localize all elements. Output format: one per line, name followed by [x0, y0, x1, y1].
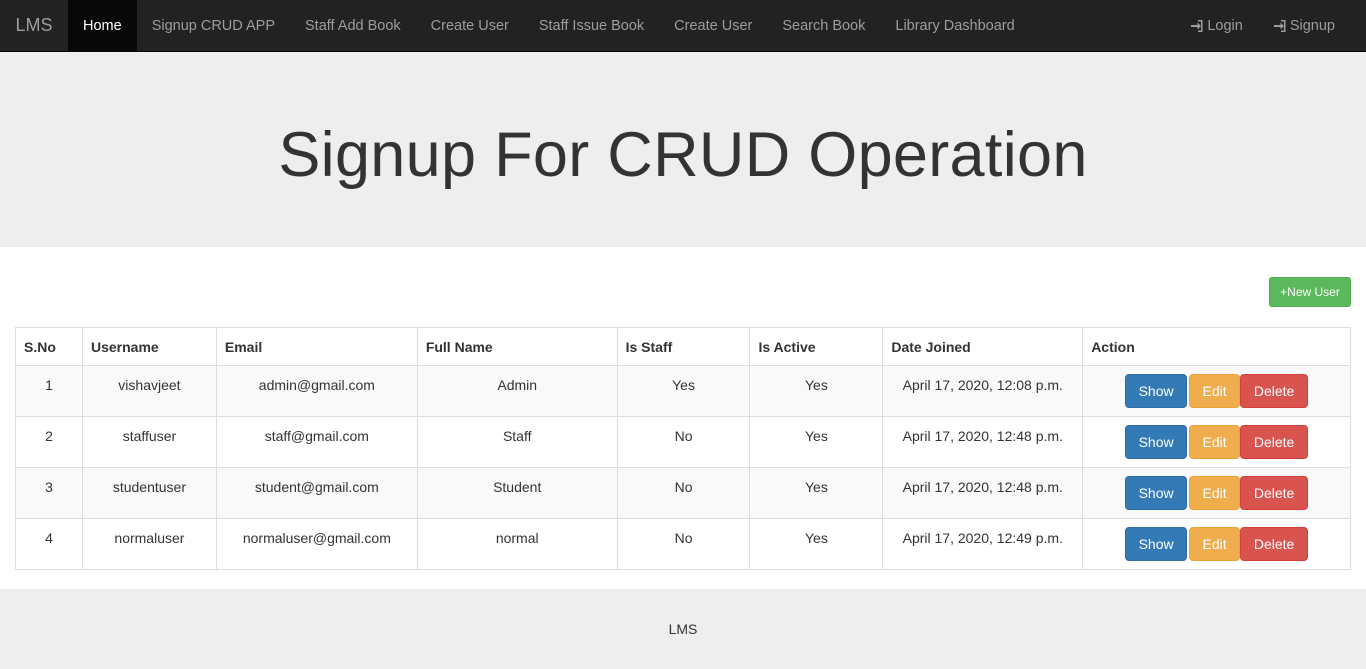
footer: LMS	[0, 589, 1366, 669]
cell-email: student@gmail.com	[215, 467, 418, 519]
cell-is-active: Yes	[749, 416, 884, 468]
nav-item-create-user-2[interactable]: Create User	[659, 0, 767, 51]
table-row: 2 staffuser staff@gmail.com Staff No Yes…	[15, 416, 1351, 468]
nav-item-home[interactable]: Home	[68, 0, 137, 51]
signup-link[interactable]: Signup	[1258, 0, 1350, 51]
cell-username: studentuser	[81, 467, 217, 519]
cell-email: admin@gmail.com	[215, 365, 418, 417]
header-is-staff: Is Staff	[616, 327, 751, 366]
nav-item-search-book[interactable]: Search Book	[767, 0, 880, 51]
cell-full-name: Admin	[416, 365, 618, 417]
log-in-icon	[1191, 19, 1203, 32]
signup-label: Signup	[1289, 17, 1335, 34]
cell-is-active: Yes	[749, 365, 884, 417]
header-is-active: Is Active	[749, 327, 884, 366]
navbar: LMS Home Signup CRUD APP Staff Add Book …	[0, 0, 1366, 52]
edit-button[interactable]: Edit	[1189, 374, 1241, 408]
log-in-icon	[1273, 19, 1286, 32]
cell-date-joined: April 17, 2020, 12:49 p.m.	[882, 518, 1084, 570]
cell-action: Show Edit Delete	[1082, 416, 1351, 468]
cell-date-joined: April 17, 2020, 12:48 p.m.	[882, 467, 1084, 519]
header-sno: S.No	[15, 327, 83, 366]
delete-button[interactable]: Delete	[1240, 527, 1309, 561]
table-row: 1 vishavjeet admin@gmail.com Admin Yes Y…	[15, 365, 1351, 417]
cell-is-active: Yes	[749, 467, 884, 519]
nav-item-signup-crud-app[interactable]: Signup CRUD APP	[137, 0, 290, 51]
cell-is-staff: No	[616, 416, 751, 468]
cell-full-name: Staff	[416, 416, 618, 468]
delete-button[interactable]: Delete	[1240, 476, 1309, 510]
jumbotron: Signup For CRUD Operation	[0, 52, 1366, 247]
nav-right: Login Signup	[1175, 0, 1366, 51]
header-date-joined: Date Joined	[882, 327, 1084, 366]
login-label: Login	[1207, 17, 1243, 34]
cell-sno: 4	[15, 518, 83, 570]
new-user-button[interactable]: +New User	[1269, 277, 1351, 307]
page-title: Signup For CRUD Operation	[278, 119, 1088, 190]
cell-sno: 1	[15, 365, 83, 417]
cell-username: vishavjeet	[81, 365, 217, 417]
cell-action: Show Edit Delete	[1082, 365, 1351, 417]
brand-link[interactable]: LMS	[0, 0, 68, 51]
nav-item-library-dashboard[interactable]: Library Dashboard	[880, 0, 1029, 51]
header-username: Username	[81, 327, 217, 366]
cell-is-staff: No	[616, 518, 751, 570]
cell-full-name: normal	[416, 518, 618, 570]
table-row: 3 studentuser student@gmail.com Student …	[15, 467, 1351, 519]
cell-is-staff: Yes	[616, 365, 751, 417]
show-button[interactable]: Show	[1125, 425, 1188, 459]
nav-item-create-user[interactable]: Create User	[416, 0, 524, 51]
show-button[interactable]: Show	[1125, 476, 1188, 510]
cell-is-staff: No	[616, 467, 751, 519]
cell-email: staff@gmail.com	[215, 416, 418, 468]
delete-button[interactable]: Delete	[1240, 425, 1309, 459]
cell-action: Show Edit Delete	[1082, 467, 1351, 519]
cell-full-name: Student	[416, 467, 618, 519]
cell-sno: 3	[15, 467, 83, 519]
show-button[interactable]: Show	[1125, 527, 1188, 561]
cell-date-joined: April 17, 2020, 12:48 p.m.	[882, 416, 1084, 468]
cell-username: staffuser	[81, 416, 217, 468]
footer-text: LMS	[668, 621, 698, 637]
cell-sno: 2	[15, 416, 83, 468]
cell-action: Show Edit Delete	[1082, 518, 1351, 570]
login-link[interactable]: Login	[1175, 0, 1257, 51]
edit-button[interactable]: Edit	[1189, 527, 1241, 561]
header-email: Email	[215, 327, 418, 366]
users-table: S.No Username Email Full Name Is Staff I…	[15, 327, 1351, 570]
header-full-name: Full Name	[416, 327, 618, 366]
cell-email: normaluser@gmail.com	[215, 518, 418, 570]
edit-button[interactable]: Edit	[1189, 476, 1241, 510]
nav-item-staff-add-book[interactable]: Staff Add Book	[290, 0, 416, 51]
cell-username: normaluser	[81, 518, 217, 570]
cell-date-joined: April 17, 2020, 12:08 p.m.	[882, 365, 1084, 417]
header-action: Action	[1082, 327, 1351, 366]
show-button[interactable]: Show	[1125, 374, 1188, 408]
edit-button[interactable]: Edit	[1189, 425, 1241, 459]
delete-button[interactable]: Delete	[1240, 374, 1309, 408]
table-header-row: S.No Username Email Full Name Is Staff I…	[15, 327, 1351, 366]
nav-item-staff-issue-book[interactable]: Staff Issue Book	[524, 0, 659, 51]
cell-is-active: Yes	[749, 518, 884, 570]
table-row: 4 normaluser normaluser@gmail.com normal…	[15, 518, 1351, 570]
